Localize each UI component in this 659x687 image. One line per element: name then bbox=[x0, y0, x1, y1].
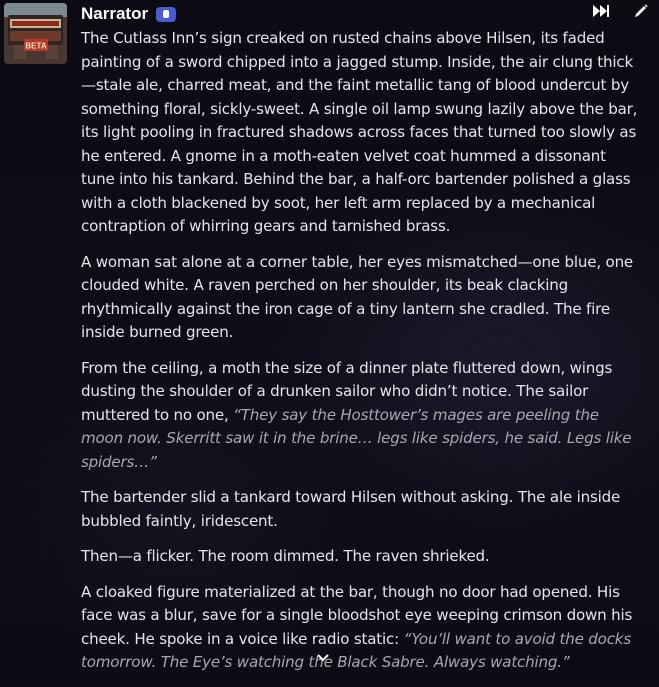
message-header: Narrator bbox=[81, 4, 177, 24]
avatar-beta-label: BETA bbox=[25, 42, 46, 51]
paragraph-text: The Cutlass Inn’s sign creaked on rusted… bbox=[81, 29, 638, 235]
paragraph: A cloaked figure materialized at the bar… bbox=[81, 581, 643, 675]
paragraph: A woman sat alone at a corner table, her… bbox=[81, 251, 643, 345]
message-tools bbox=[591, 1, 651, 21]
paragraph: The bartender slid a tankard toward Hils… bbox=[81, 486, 643, 533]
chevron-down-icon[interactable] bbox=[314, 650, 332, 664]
paragraph-text: Then—a flicker. The room dimmed. The rav… bbox=[81, 547, 490, 565]
paragraph: Then—a flicker. The room dimmed. The rav… bbox=[81, 545, 643, 569]
paragraph-text: The bartender slid a tankard toward Hils… bbox=[81, 488, 621, 530]
pencil-icon[interactable] bbox=[631, 1, 651, 21]
paragraph-text: A woman sat alone at a corner table, her… bbox=[81, 252, 634, 342]
paragraph: The Cutlass Inn’s sign creaked on rusted… bbox=[81, 27, 643, 239]
narrator-avatar[interactable]: BETA bbox=[4, 3, 67, 64]
bot-badge-dot bbox=[163, 10, 170, 18]
paragraph: From the ceiling, a moth the size of a d… bbox=[81, 357, 643, 475]
bot-badge-icon bbox=[156, 6, 177, 22]
character-name[interactable]: Narrator bbox=[81, 4, 148, 24]
fast-forward-icon[interactable] bbox=[591, 1, 611, 21]
chat-message: BETA Narrator The Cutlass Inn’s sign cre… bbox=[0, 0, 659, 671]
message-text: The Cutlass Inn’s sign creaked on rusted… bbox=[81, 27, 643, 687]
